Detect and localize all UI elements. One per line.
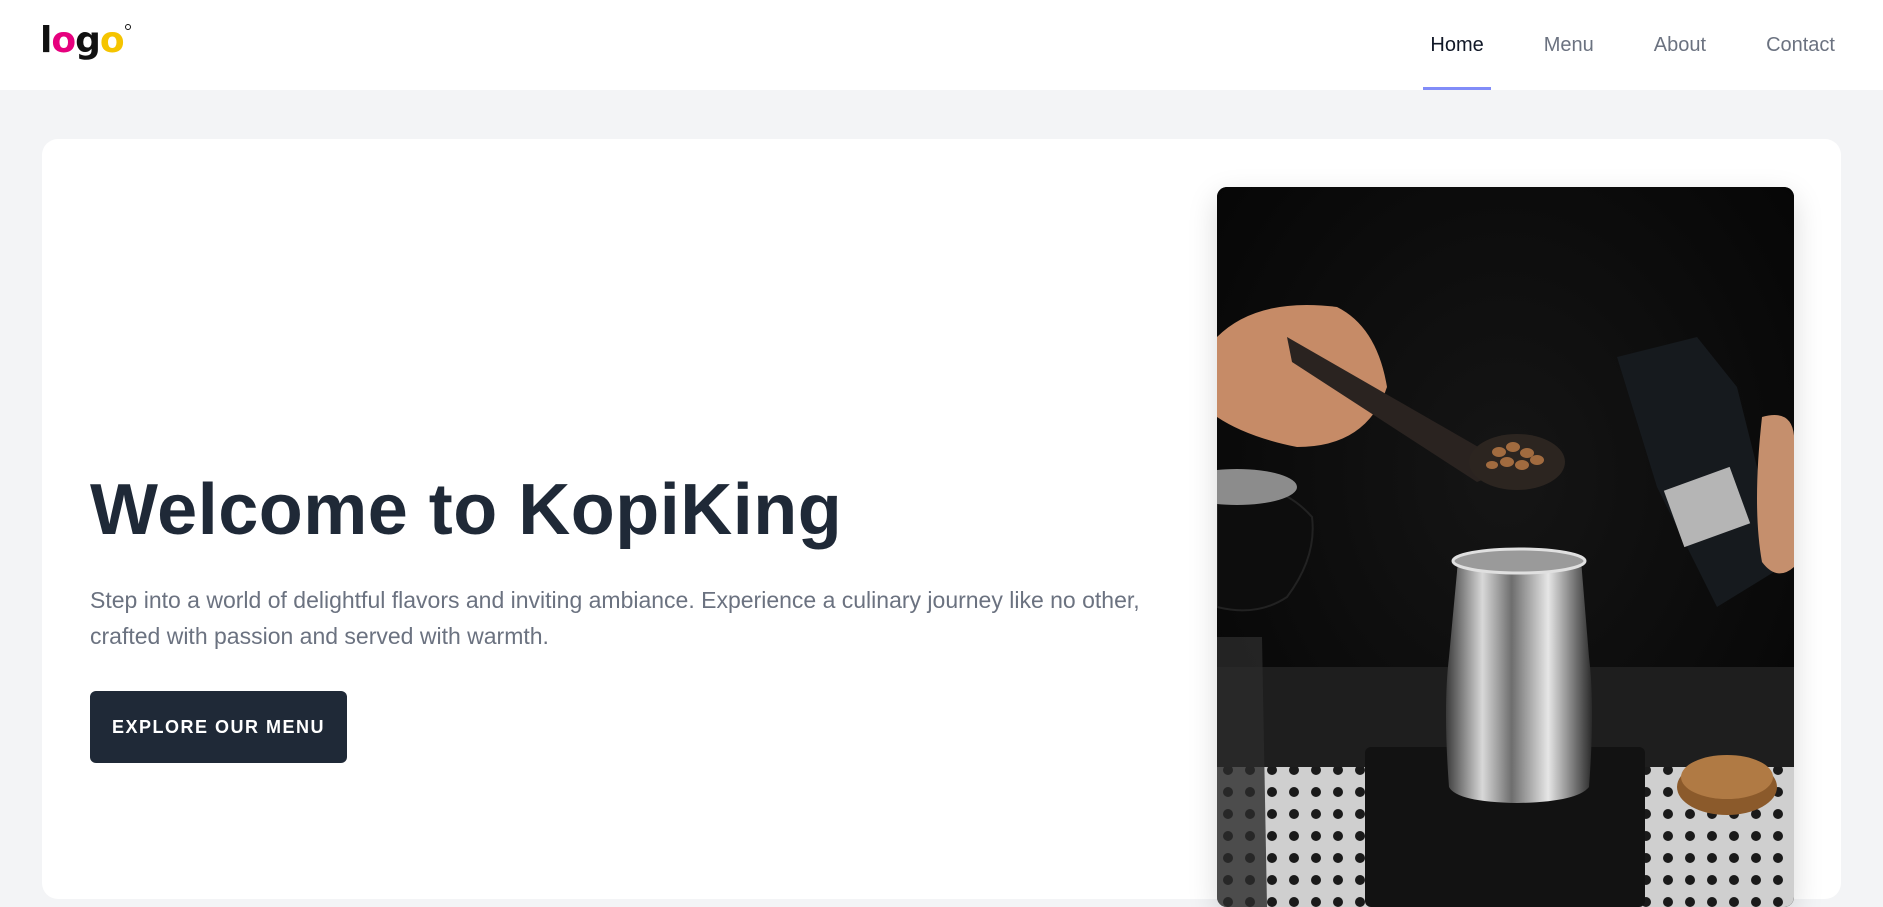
hero-subtitle: Step into a world of delightful flavors … [90,587,1140,649]
nav-home[interactable]: Home [1423,0,1492,90]
hero-title: Welcome to KopiKing [90,470,843,550]
nav-menu[interactable]: Menu [1544,0,1594,90]
main-nav: Home Menu About Contact [1370,0,1835,90]
nav-contact[interactable]: Contact [1766,0,1835,90]
hero-card: Welcome to KopiKing Step into a world of… [42,139,1841,907]
coffee-brewing-image [1217,187,1794,907]
nav-about[interactable]: About [1654,0,1706,90]
explore-menu-button[interactable]: EXPLORE OUR MENU [90,691,347,763]
top-navbar: logo Home Menu About Contact [0,0,1883,90]
logo[interactable]: logo [40,20,131,61]
